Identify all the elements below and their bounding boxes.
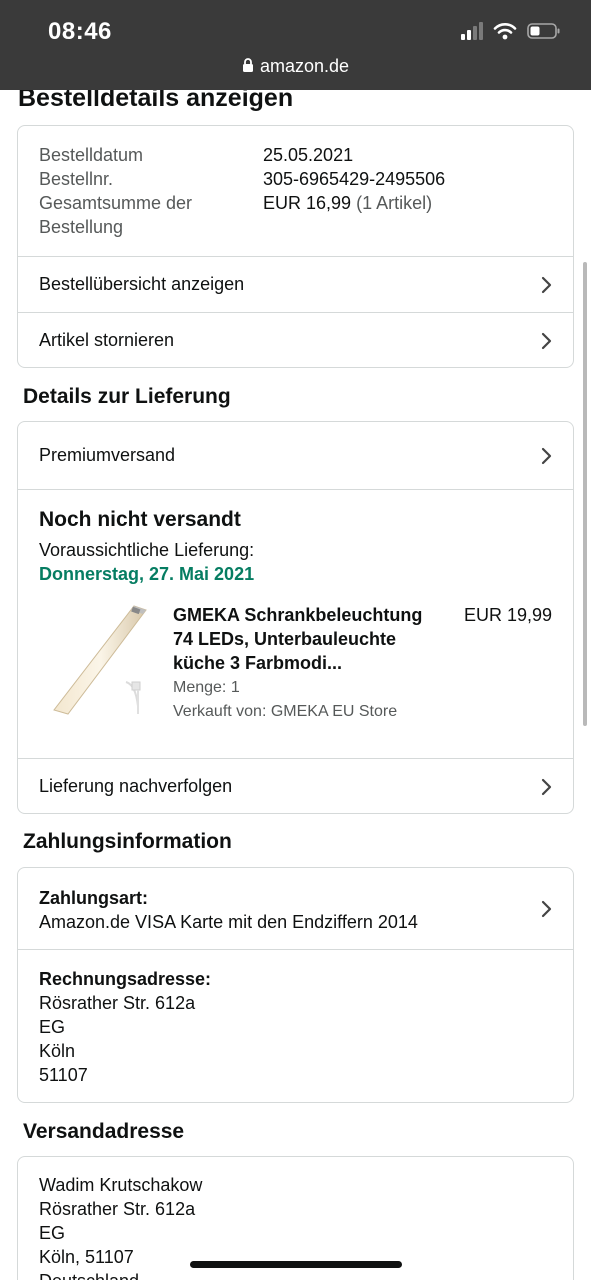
order-info: Bestelldatum 25.05.2021 Bestellnr. 305-6…	[18, 126, 573, 256]
payment-method-value: Amazon.de VISA Karte mit den Endziffern …	[39, 912, 418, 932]
payment-method-label: Zahlungsart:	[39, 888, 149, 908]
signal-icon	[461, 22, 483, 40]
cancel-items-link[interactable]: Artikel stornieren	[18, 312, 573, 367]
product-seller: Verkauft von: GMEKA EU Store	[173, 703, 398, 720]
billing-address-block: Rechnungsadresse: Rösrather Str. 612a EG…	[18, 949, 573, 1102]
shipment-status-title: Noch nicht versandt	[39, 508, 241, 531]
browser-top-bar: 08:46 amazon.de	[0, 0, 591, 90]
address-line: EG	[39, 1223, 66, 1243]
track-package-link[interactable]: Lieferung nachverfolgen	[18, 758, 573, 813]
view-order-summary-label: Bestellübersicht anzeigen	[39, 274, 245, 294]
product-quantity: Menge: 1	[173, 679, 240, 696]
expected-delivery-label: Voraussichtliche Lieferung:	[39, 540, 255, 560]
url-text: amazon.de	[259, 56, 350, 76]
chevron-right-icon	[541, 900, 552, 917]
shipping-method-label: Premiumversand	[39, 445, 176, 465]
address-line: Rösrather Str. 612a	[39, 1199, 196, 1219]
product-title-line: küche 3 Farbmodi...	[173, 653, 343, 673]
view-order-summary-link[interactable]: Bestellübersicht anzeigen	[18, 256, 573, 312]
order-item-count: (1 Artikel)	[356, 193, 433, 213]
home-indicator[interactable]	[190, 1261, 402, 1268]
order-total-value: EUR 16,99	[263, 193, 352, 213]
payment-method-row[interactable]: Zahlungsart: Amazon.de VISA Karte mit de…	[18, 868, 573, 949]
wifi-icon	[493, 23, 517, 40]
order-number-label: Bestellnr.	[39, 169, 114, 189]
scrollbar[interactable]	[583, 262, 587, 726]
address-line: Köln	[39, 1041, 76, 1061]
track-package-label: Lieferung nachverfolgen	[39, 776, 233, 796]
chevron-right-icon	[541, 778, 552, 795]
order-date-value: 25.05.2021	[263, 145, 354, 165]
chevron-right-icon	[541, 276, 552, 293]
order-number-value: 305-6965429-2495506	[263, 169, 446, 189]
shipping-address: Wadim Krutschakow Rösrather Str. 612a EG…	[39, 1173, 202, 1280]
status-time: 08:46	[48, 18, 112, 45]
expected-delivery-date: Donnerstag, 27. Mai 2021	[39, 564, 255, 584]
address-line: Köln, 51107	[39, 1247, 134, 1267]
shipment-block: Noch nicht versandt Voraussichtliche Lie…	[18, 489, 573, 758]
billing-address: Rösrather Str. 612a EG Köln 51107	[39, 991, 195, 1087]
order-date-label: Bestelldatum	[39, 145, 144, 165]
shipping-method-link[interactable]: Premiumversand	[18, 422, 573, 489]
address-line: Deutschland	[39, 1269, 202, 1280]
cancel-items-label: Artikel stornieren	[39, 330, 175, 350]
order-total-label: Gesamtsumme der Bestellung	[39, 193, 193, 237]
lock-icon	[242, 58, 253, 72]
address-line: 51107	[39, 1065, 88, 1085]
battery-icon	[527, 23, 560, 39]
address-line: Rösrather Str. 612a	[39, 993, 196, 1013]
product-title-line: GMEKA Schrankbeleuchtung	[173, 605, 423, 625]
address-line: Wadim Krutschakow	[39, 1175, 203, 1195]
chevron-right-icon	[541, 332, 552, 349]
payment-card: Zahlungsart: Amazon.de VISA Karte mit de…	[17, 867, 574, 1103]
delivery-card: Premiumversand Noch nicht versandt Vorau…	[17, 421, 574, 814]
delivery-section-title: Details zur Lieferung	[23, 385, 231, 408]
address-line: EG	[39, 1017, 66, 1037]
status-icons	[461, 22, 561, 40]
chevron-right-icon	[541, 447, 552, 464]
address-bar[interactable]: amazon.de	[0, 56, 591, 77]
product-image[interactable]	[46, 602, 156, 720]
billing-address-label: Rechnungsadresse:	[39, 969, 212, 989]
order-total: EUR 16,99 (1 Artikel)	[263, 191, 432, 215]
product-price: EUR 19,99	[463, 605, 552, 625]
product-title-line: 74 LEDs, Unterbauleuchte	[173, 629, 397, 649]
payment-section-title: Zahlungsinformation	[23, 830, 232, 853]
product-title-link[interactable]: GMEKA Schrankbeleuchtung 74 LEDs, Unterb…	[173, 603, 443, 675]
shipping-address-title: Versandadresse	[23, 1120, 185, 1143]
order-summary-card: Bestelldatum 25.05.2021 Bestellnr. 305-6…	[17, 125, 574, 368]
